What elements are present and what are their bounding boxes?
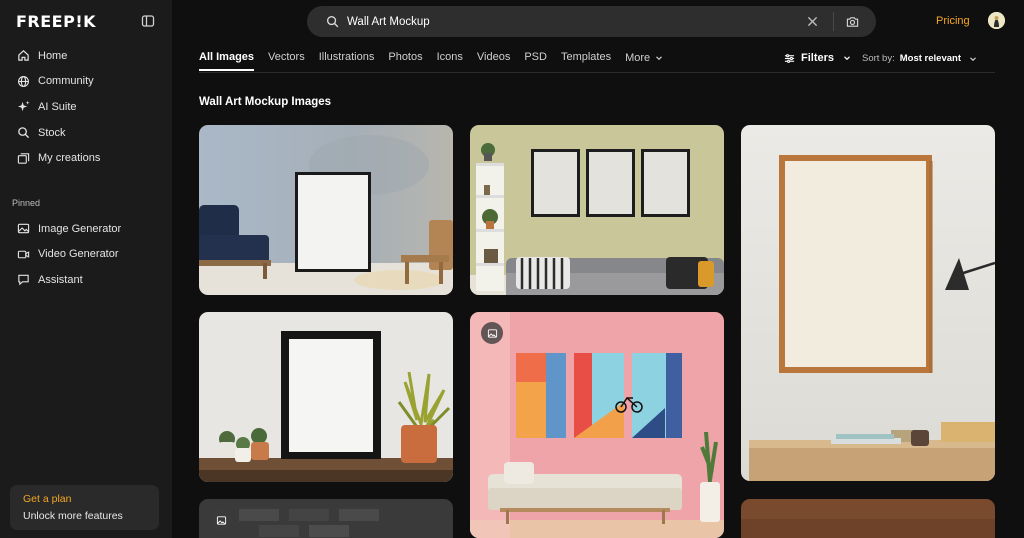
- sort-value: Most relevant: [899, 53, 961, 64]
- sidebar-item-label: Assistant: [38, 273, 83, 286]
- search-input[interactable]: [347, 11, 777, 32]
- pricing-link[interactable]: Pricing: [936, 15, 970, 27]
- mockup-image: [470, 125, 724, 295]
- plan-title: Get a plan: [23, 493, 72, 505]
- result-card[interactable]: [199, 312, 453, 482]
- tab-icons[interactable]: Icons: [437, 51, 463, 71]
- result-card[interactable]: [470, 312, 724, 538]
- filters-button[interactable]: Filters: [784, 52, 851, 64]
- chat-icon: [18, 275, 29, 286]
- image-icon: [17, 224, 30, 234]
- search-bar: [307, 6, 876, 37]
- search-icon: [18, 127, 30, 139]
- sort-dropdown[interactable]: Sort by: Most relevant: [862, 53, 977, 64]
- sidebar-item-label: Home: [38, 49, 68, 62]
- sidebar-item-label: Community: [38, 75, 94, 88]
- sidebar-item-stock[interactable]: Stock: [0, 120, 172, 146]
- ai-image-icon: [216, 515, 226, 525]
- result-card[interactable]: [741, 499, 995, 538]
- pinned-heading: Pinned: [12, 198, 41, 208]
- type-tabs: All Images Vectors Illustrations Photos …: [199, 51, 677, 71]
- sidebar-item-image-generator[interactable]: Image Generator: [0, 216, 172, 242]
- mockup-image: [199, 499, 453, 538]
- filters-label: Filters: [801, 52, 835, 64]
- sidebar-item-community[interactable]: Community: [0, 69, 172, 95]
- mockup-image: [199, 125, 453, 295]
- tab-psd[interactable]: PSD: [524, 51, 547, 71]
- sidebar: FREEP!K Home Community AI Suite Stock My…: [0, 0, 172, 538]
- sparkle-icon: [17, 101, 30, 112]
- user-avatar-icon: [988, 12, 1005, 29]
- ai-image-icon: [487, 328, 497, 338]
- sidebar-item-label: My creations: [38, 152, 101, 165]
- pinned-nav: Image Generator Video Generator Assistan…: [0, 216, 172, 293]
- tab-videos[interactable]: Videos: [477, 51, 510, 71]
- video-icon: [17, 250, 30, 259]
- sidebar-item-label: Image Generator: [38, 222, 122, 235]
- camera-icon[interactable]: [846, 15, 859, 28]
- sidebar-toggle-icon[interactable]: [141, 14, 155, 28]
- mockup-image: [741, 499, 995, 538]
- home-icon: [18, 50, 29, 62]
- chevron-down-icon: [970, 56, 976, 61]
- gallery-icon: [17, 152, 30, 164]
- globe-icon: [18, 75, 29, 87]
- tab-all-images[interactable]: All Images: [199, 51, 255, 71]
- sidebar-item-assistant[interactable]: Assistant: [0, 267, 172, 293]
- mockup-image: [741, 125, 995, 481]
- tab-more[interactable]: More: [625, 51, 663, 71]
- sliders-icon: [784, 53, 795, 63]
- tab-more-label: More: [625, 52, 651, 64]
- close-icon[interactable]: [807, 16, 818, 27]
- tab-templates[interactable]: Templates: [561, 51, 611, 71]
- sidebar-nav: Home Community AI Suite Stock My creatio…: [0, 43, 172, 171]
- tab-photos[interactable]: Photos: [388, 51, 422, 71]
- ai-generated-badge: [210, 509, 232, 531]
- search-divider: [833, 12, 834, 31]
- plan-subtitle: Unlock more features: [23, 510, 123, 522]
- tab-illustrations[interactable]: Illustrations: [319, 51, 375, 71]
- chevron-down-icon: [844, 56, 850, 61]
- freepik-logo[interactable]: FREEP!K: [16, 12, 96, 31]
- tab-divider: [199, 72, 995, 73]
- sidebar-item-label: AI Suite: [38, 100, 77, 113]
- avatar[interactable]: [988, 12, 1005, 29]
- mockup-image: [470, 312, 724, 538]
- sidebar-item-home[interactable]: Home: [0, 43, 172, 69]
- get-a-plan-card[interactable]: Get a plan Unlock more features: [10, 485, 159, 530]
- result-card[interactable]: [199, 499, 453, 538]
- sidebar-item-label: Video Generator: [38, 248, 119, 261]
- tab-vectors[interactable]: Vectors: [268, 51, 305, 71]
- result-card[interactable]: [470, 125, 724, 295]
- result-card[interactable]: [741, 125, 995, 481]
- search-icon: [326, 15, 339, 28]
- ai-generated-badge: [481, 322, 503, 344]
- sort-label: Sort by:: [862, 53, 895, 64]
- sidebar-item-video-generator[interactable]: Video Generator: [0, 242, 172, 268]
- section-title: Wall Art Mockup Images: [199, 96, 332, 108]
- chevron-down-icon: [656, 56, 663, 61]
- mockup-image: [199, 312, 453, 482]
- sidebar-item-label: Stock: [38, 126, 66, 139]
- result-card[interactable]: [199, 125, 453, 295]
- sidebar-item-ai-suite[interactable]: AI Suite: [0, 94, 172, 120]
- sidebar-item-my-creations[interactable]: My creations: [0, 145, 172, 171]
